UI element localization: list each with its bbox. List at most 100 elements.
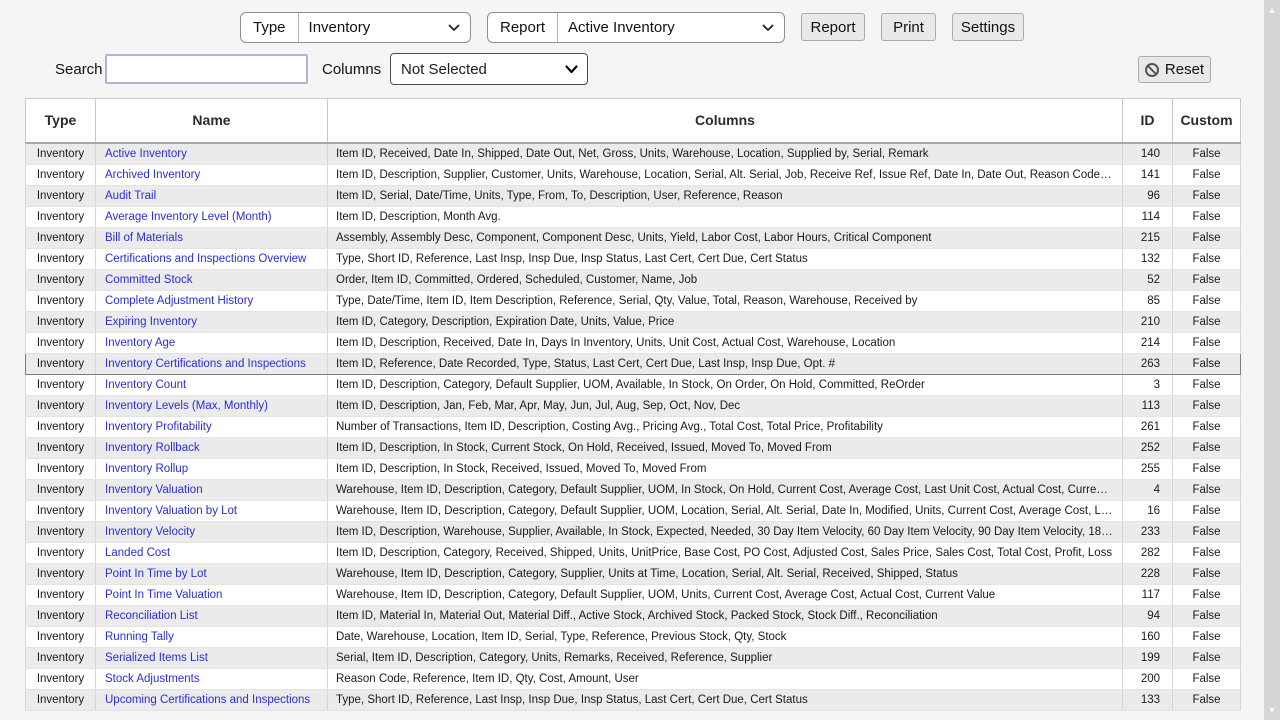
- row-type-cell: Inventory: [26, 227, 96, 248]
- print-button[interactable]: Print: [881, 13, 936, 41]
- row-custom-cell: False: [1173, 143, 1241, 165]
- columns-select[interactable]: Not Selected: [390, 53, 588, 85]
- scroll-up-icon[interactable]: ▲: [1264, 2, 1280, 18]
- column-header-name[interactable]: Name: [96, 99, 328, 143]
- report-name-link[interactable]: Inventory Count: [105, 379, 186, 391]
- row-type-cell: Inventory: [26, 521, 96, 542]
- row-custom-cell: False: [1173, 542, 1241, 563]
- row-id-cell: 261: [1123, 416, 1173, 437]
- row-id-cell: 200: [1123, 668, 1173, 689]
- row-columns-cell: Type, Short ID, Reference, Last Insp, In…: [328, 248, 1123, 269]
- report-name-link[interactable]: Expiring Inventory: [105, 316, 197, 328]
- scroll-down-icon[interactable]: ▼: [1264, 702, 1280, 718]
- report-name-link[interactable]: Upcoming Certifications and Inspections: [105, 694, 310, 706]
- row-columns-cell: Item ID, Description, Supplier, Customer…: [328, 164, 1123, 185]
- report-name-link[interactable]: Average Inventory Level (Month): [105, 211, 272, 223]
- table-row[interactable]: InventoryUpcoming Certifications and Ins…: [26, 689, 1241, 710]
- report-name-link[interactable]: Running Tally: [105, 631, 174, 643]
- columns-label: Columns: [322, 61, 381, 78]
- row-name-cell: Inventory Rollup: [96, 458, 328, 479]
- report-select[interactable]: Report Active Inventory: [487, 12, 785, 43]
- table-row[interactable]: InventoryInventory RollbackItem ID, Desc…: [26, 437, 1241, 458]
- report-button[interactable]: Report: [801, 13, 865, 41]
- search-input[interactable]: [105, 54, 308, 84]
- table-row[interactable]: InventoryInventory Valuation by LotWareh…: [26, 500, 1241, 521]
- report-name-link[interactable]: Audit Trail: [105, 190, 156, 202]
- report-name-link[interactable]: Inventory Profitability: [105, 421, 212, 433]
- table-row[interactable]: InventoryArchived InventoryItem ID, Desc…: [26, 164, 1241, 185]
- report-name-link[interactable]: Committed Stock: [105, 274, 193, 286]
- row-columns-cell: Type, Date/Time, Item ID, Item Descripti…: [328, 290, 1123, 311]
- reports-table: Type Name Columns ID Custom Inventory Act…: [25, 98, 1241, 711]
- table-row[interactable]: InventoryInventory CountItem ID, Descrip…: [26, 374, 1241, 395]
- table-row[interactable]: InventoryLanded CostItem ID, Description…: [26, 542, 1241, 563]
- table-row[interactable]: InventoryInventory Certifications and In…: [26, 353, 1241, 374]
- table-row[interactable]: InventoryInventory Levels (Max, Monthly)…: [26, 395, 1241, 416]
- row-type-cell: Inventory: [26, 248, 96, 269]
- report-name-link[interactable]: Inventory Levels (Max, Monthly): [105, 400, 268, 412]
- report-name-link[interactable]: Serialized Items List: [105, 652, 208, 664]
- row-columns-cell: Number of Transactions, Item ID, Descrip…: [328, 416, 1123, 437]
- table-row[interactable]: InventoryStock AdjustmentsReason Code, R…: [26, 668, 1241, 689]
- row-type-cell: Inventory: [26, 416, 96, 437]
- report-name-link[interactable]: Inventory Age: [105, 337, 175, 349]
- table-row[interactable]: InventoryBill of MaterialsAssembly, Asse…: [26, 227, 1241, 248]
- table-row[interactable]: InventoryPoint In Time ValuationWarehous…: [26, 584, 1241, 605]
- report-name-link[interactable]: Archived Inventory: [105, 169, 200, 181]
- report-name-link[interactable]: Reconciliation List: [105, 610, 198, 622]
- report-name-link[interactable]: Point In Time by Lot: [105, 568, 207, 580]
- report-name-link[interactable]: Stock Adjustments: [105, 673, 200, 685]
- table-row[interactable]: InventoryExpiring InventoryItem ID, Cate…: [26, 311, 1241, 332]
- settings-button[interactable]: Settings: [952, 13, 1024, 41]
- table-row[interactable]: InventoryAverage Inventory Level (Month)…: [26, 206, 1241, 227]
- table-row[interactable]: InventoryInventory ValuationWarehouse, I…: [26, 479, 1241, 500]
- column-header-columns[interactable]: Columns: [328, 99, 1123, 143]
- table-row[interactable]: InventoryRunning TallyDate, Warehouse, L…: [26, 626, 1241, 647]
- column-header-id[interactable]: ID: [1123, 99, 1173, 143]
- report-name-link[interactable]: Inventory Velocity: [105, 526, 195, 538]
- table-row[interactable]: InventoryInventory RollupItem ID, Descri…: [26, 458, 1241, 479]
- row-name-cell: Inventory Count: [96, 374, 328, 395]
- row-id-cell: 140: [1123, 143, 1173, 165]
- table-row[interactable]: InventoryInventory VelocityItem ID, Desc…: [26, 521, 1241, 542]
- report-name-link[interactable]: Inventory Rollback: [105, 442, 200, 454]
- column-header-type[interactable]: Type: [26, 99, 96, 143]
- table-row[interactable]: InventorySerialized Items ListSerial, It…: [26, 647, 1241, 668]
- report-name-link[interactable]: Certifications and Inspections Overview: [105, 253, 306, 265]
- column-header-custom[interactable]: Custom: [1173, 99, 1241, 143]
- row-type-cell: Inventory: [26, 143, 96, 165]
- row-type-cell: Inventory: [26, 311, 96, 332]
- report-name-link[interactable]: Complete Adjustment History: [105, 295, 253, 307]
- row-id-cell: 3: [1123, 374, 1173, 395]
- table-row[interactable]: Inventory Certifications and Inspections …: [26, 248, 1241, 269]
- type-select-label: Type: [241, 13, 299, 42]
- report-name-link[interactable]: Inventory Valuation by Lot: [105, 505, 237, 517]
- table-row[interactable]: InventoryActive InventoryItem ID, Receiv…: [26, 143, 1241, 165]
- report-name-link[interactable]: Landed Cost: [105, 547, 170, 559]
- row-id-cell: 117: [1123, 584, 1173, 605]
- table-row[interactable]: InventoryAudit TrailItem ID, Serial, Dat…: [26, 185, 1241, 206]
- report-name-link[interactable]: Inventory Certifications and Inspections: [105, 358, 306, 370]
- row-id-cell: 215: [1123, 227, 1173, 248]
- table-row[interactable]: InventoryComplete Adjustment HistoryType…: [26, 290, 1241, 311]
- report-name-link[interactable]: Inventory Valuation: [105, 484, 203, 496]
- row-name-cell: Certifications and Inspections Overview: [96, 248, 328, 269]
- table-row[interactable]: InventoryReconciliation ListItem ID, Mat…: [26, 605, 1241, 626]
- row-columns-cell: Item ID, Material In, Material Out, Mate…: [328, 605, 1123, 626]
- vertical-scrollbar[interactable]: ▲ ▼: [1264, 0, 1280, 720]
- table-row[interactable]: InventoryPoint In Time by LotWarehouse, …: [26, 563, 1241, 584]
- report-name-link[interactable]: Inventory Rollup: [105, 463, 188, 475]
- report-name-link[interactable]: Active Inventory: [105, 148, 187, 160]
- chevron-down-icon: [762, 24, 774, 32]
- report-name-link[interactable]: Point In Time Valuation: [105, 589, 222, 601]
- row-name-cell: Bill of Materials: [96, 227, 328, 248]
- table-row[interactable]: InventoryInventory AgeItem ID, Descripti…: [26, 332, 1241, 353]
- row-custom-cell: False: [1173, 206, 1241, 227]
- table-row[interactable]: Inventory Inventory Profitability Number o…: [26, 416, 1241, 437]
- row-name-cell: Active Inventory: [96, 143, 328, 165]
- row-id-cell: 85: [1123, 290, 1173, 311]
- table-row[interactable]: InventoryCommitted StockOrder, Item ID, …: [26, 269, 1241, 290]
- reset-button[interactable]: Reset: [1138, 56, 1211, 83]
- type-select[interactable]: Type Inventory: [240, 12, 471, 43]
- report-name-link[interactable]: Bill of Materials: [105, 232, 183, 244]
